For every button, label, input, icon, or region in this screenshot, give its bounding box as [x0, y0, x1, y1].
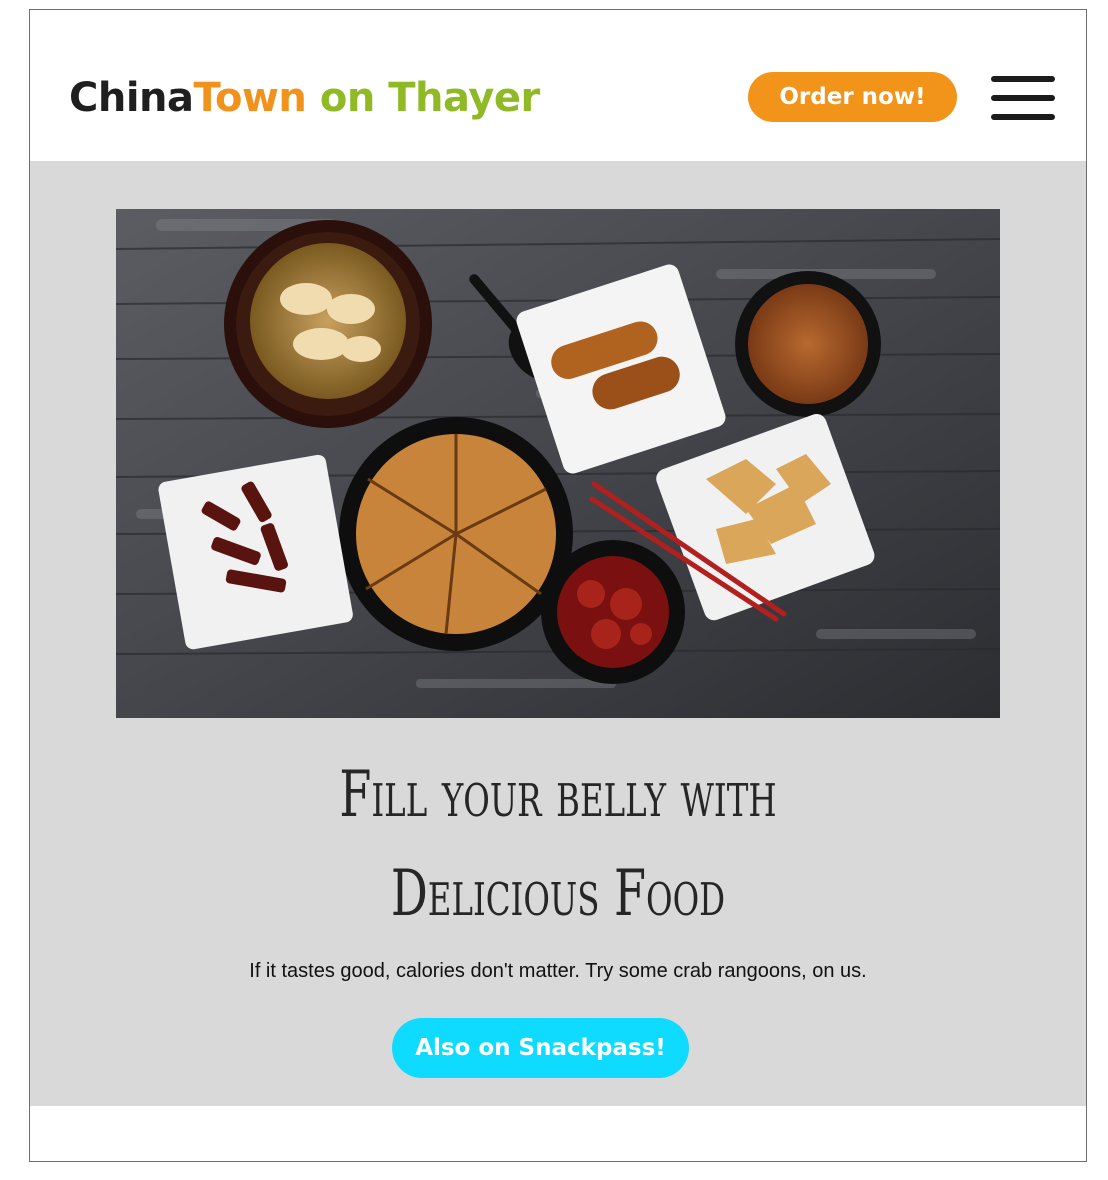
hero-headline-line1: Fill your belly with [339, 758, 777, 832]
hero-headline-line2: Delicious Food [390, 857, 726, 931]
snackpass-button[interactable]: Also on Snackpass! [392, 1018, 689, 1078]
brand-logo[interactable]: ChinaTown on Thayer [69, 68, 540, 128]
brand-part-town: Town [193, 75, 307, 121]
hamburger-menu-icon[interactable] [991, 76, 1055, 121]
menu-bar-bottom [991, 114, 1055, 120]
hero-section: Fill your belly with Delicious Food If it… [30, 161, 1086, 1106]
site-header: ChinaTown on Thayer Order now! [30, 10, 1086, 161]
page-frame: ChinaTown on Thayer Order now! Fill your… [29, 9, 1087, 1162]
brand-part-on-thayer: on Thayer [306, 75, 540, 121]
menu-bar-top [991, 76, 1055, 82]
hero-headline: Fill your belly with Delicious Food [178, 746, 938, 944]
hero-food-photo [116, 209, 1000, 718]
order-now-button[interactable]: Order now! [748, 72, 957, 122]
hero-tagline: If it tastes good, calories don't matter… [249, 960, 867, 982]
brand-part-china: China [69, 75, 194, 121]
menu-bar-middle [991, 95, 1055, 101]
